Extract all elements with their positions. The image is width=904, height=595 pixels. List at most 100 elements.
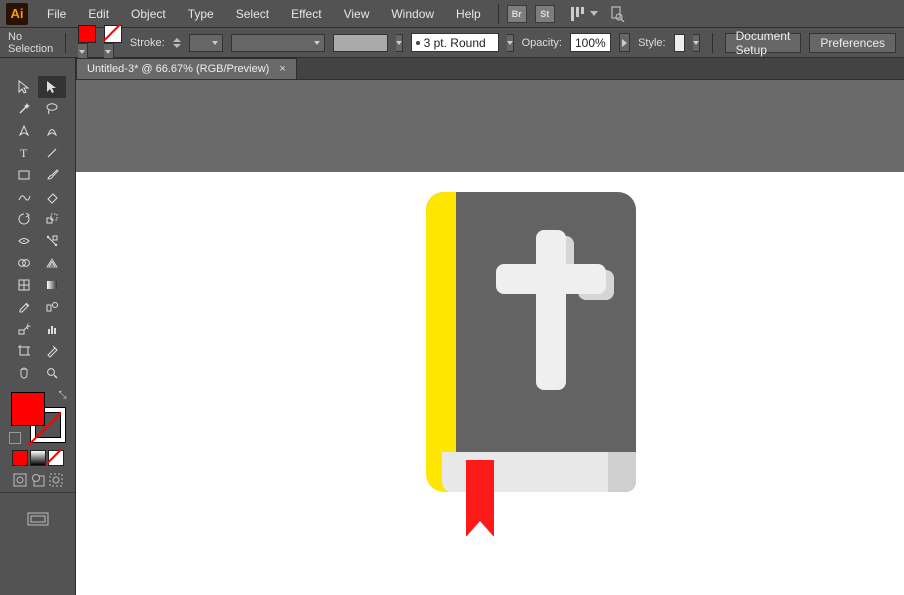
symbol-sprayer-tool[interactable] [10,318,38,340]
menu-help[interactable]: Help [447,3,490,25]
bridge-badge[interactable]: Br [507,5,527,23]
direct-selection-tool[interactable] [38,76,66,98]
opacity-value: 100% [575,36,606,50]
menu-file[interactable]: File [38,3,75,25]
shape-builder-tool[interactable] [10,252,38,274]
mesh-tool[interactable] [10,274,38,296]
color-mode-gradient[interactable] [30,450,46,466]
free-transform-tool[interactable] [38,230,66,252]
search-documents-icon[interactable] [608,5,626,23]
profile-value: 3 pt. Round [424,36,486,50]
book-spine-shape [426,192,456,492]
opacity-flyout-icon[interactable] [619,33,630,52]
menu-object[interactable]: Object [122,3,175,25]
book-cover-shape [426,192,636,452]
options-separator-2 [712,33,713,53]
menu-separator [498,4,499,24]
hand-tool[interactable] [10,362,38,384]
stroke-swatch[interactable] [104,25,122,61]
width-tool[interactable] [10,230,38,252]
stroke-swatch-none [104,25,122,43]
fill-indicator[interactable] [11,392,45,426]
document-tab[interactable]: Untitled-3* @ 66.67% (RGB/Preview) × [76,58,297,79]
selection-tool[interactable] [10,76,38,98]
canvas[interactable] [76,80,904,595]
line-segment-tool[interactable] [38,142,66,164]
artboard [76,172,904,595]
color-mode-solid[interactable] [12,450,28,466]
menu-edit[interactable]: Edit [79,3,118,25]
type-tool[interactable]: T [10,142,38,164]
stroke-label: Stroke: [130,37,165,49]
menu-view[interactable]: View [335,3,379,25]
bookmark-shape [466,460,494,536]
toolbox: T [0,58,76,595]
workspace-chevron-icon[interactable] [590,11,598,16]
document-tab-title: Untitled-3* @ 66.67% (RGB/Preview) [87,63,269,75]
fill-swatch-color [78,25,96,43]
stock-badge[interactable]: St [535,5,555,23]
shaper-tool[interactable] [10,186,38,208]
draw-inside-icon[interactable] [48,472,64,488]
brush-dropdown-icon[interactable] [396,34,403,52]
column-graph-tool[interactable] [38,318,66,340]
style-swatch[interactable] [674,34,685,52]
eraser-tool[interactable] [38,186,66,208]
variable-width-profile[interactable] [231,34,325,52]
rectangle-tool[interactable] [10,164,38,186]
artwork-bible[interactable] [426,192,636,532]
menu-window[interactable]: Window [382,3,443,25]
color-mode-none[interactable] [48,450,64,466]
rotate-tool[interactable] [10,208,38,230]
scale-tool[interactable] [38,208,66,230]
stroke-weight-combo[interactable] [189,34,223,52]
app-logo: Ai [6,3,28,25]
draw-mode-row [12,472,64,488]
color-mode-row [12,450,64,466]
pen-tool[interactable] [10,120,38,142]
options-bar: No Selection Stroke: 3 pt. Round Opacity… [0,28,904,58]
preferences-button[interactable]: Preferences [809,33,896,53]
default-fill-stroke-icon[interactable] [9,432,21,444]
draw-behind-icon[interactable] [30,472,46,488]
book-pages-edge-shape [608,452,636,492]
workspace-switcher-icon[interactable] [571,7,584,21]
fill-stroke-indicator[interactable]: ⤡ [11,392,65,442]
opacity-input[interactable]: 100% [570,33,611,52]
paintbrush-tool[interactable] [38,164,66,186]
style-label: Style: [638,37,666,49]
close-tab-icon[interactable]: × [279,63,285,75]
options-separator [65,33,66,53]
artboard-tool[interactable] [10,340,38,362]
menu-type[interactable]: Type [179,3,223,25]
menubar: Ai File Edit Object Type Select Effect V… [0,0,904,28]
blend-tool[interactable] [38,296,66,318]
profile-dot-icon [416,41,420,45]
profile-dropdown-icon[interactable] [507,34,514,52]
swap-fill-stroke-icon[interactable]: ⤡ [59,390,67,401]
brush-definition-box[interactable] [333,34,388,52]
screen-mode-icon[interactable] [27,512,49,531]
style-dropdown-icon[interactable] [693,34,700,52]
gradient-tool[interactable] [38,274,66,296]
fill-swatch[interactable] [78,25,96,61]
magic-wand-tool[interactable] [10,98,38,120]
lasso-tool[interactable] [38,98,66,120]
curvature-tool[interactable] [38,120,66,142]
stroke-weight-stepper[interactable] [173,34,181,52]
document-tabs: ‹‹ Untitled-3* @ 66.67% (RGB/Preview) × [0,58,904,80]
svg-text:T: T [20,146,28,160]
menu-select[interactable]: Select [227,3,278,25]
work-area: T [0,80,904,595]
menu-effect[interactable]: Effect [282,3,330,25]
opacity-label: Opacity: [522,37,562,49]
width-profile-combo[interactable]: 3 pt. Round [411,33,499,52]
document-setup-button[interactable]: Document Setup [725,33,802,53]
zoom-tool[interactable] [38,362,66,384]
draw-normal-icon[interactable] [12,472,28,488]
cross-vertical-shape [536,230,566,390]
selection-status: No Selection [8,31,53,55]
perspective-grid-tool[interactable] [38,252,66,274]
slice-tool[interactable] [38,340,66,362]
eyedropper-tool[interactable] [10,296,38,318]
